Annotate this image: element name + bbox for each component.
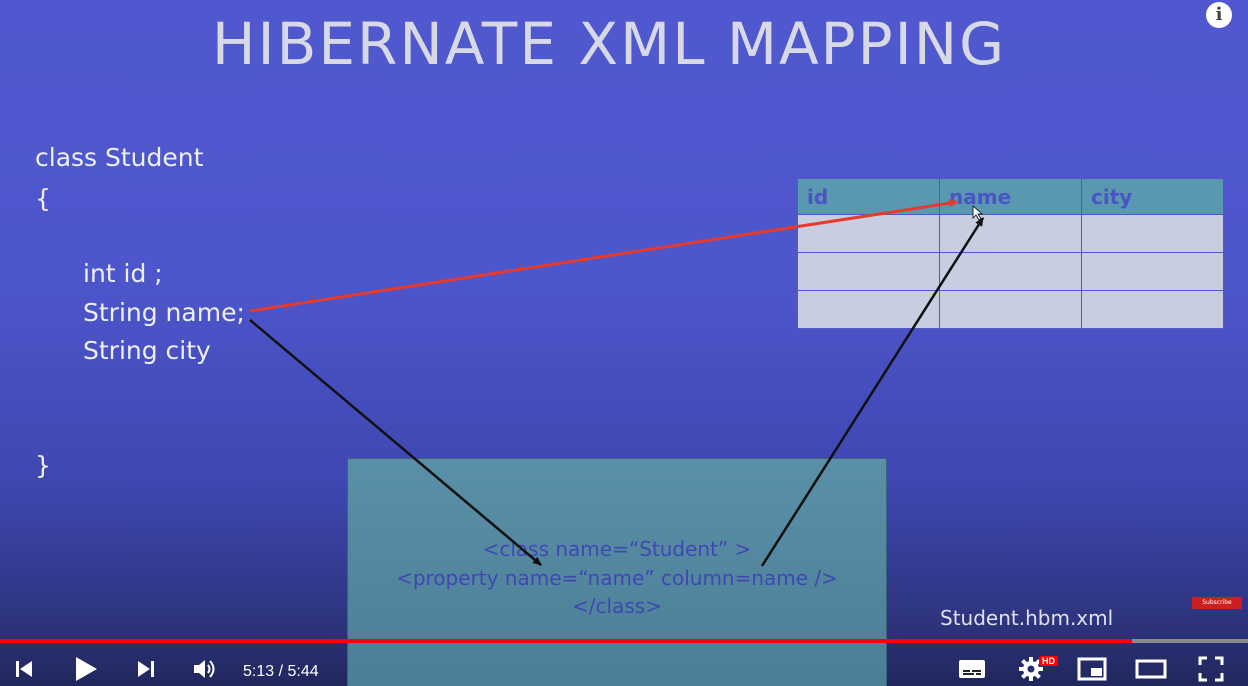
hd-badge: HD	[1039, 656, 1058, 666]
table-header-id: id	[797, 178, 940, 215]
xml-line-class: <class name=“Student” >	[482, 537, 752, 561]
info-icon[interactable]: i	[1206, 2, 1232, 28]
table-header-name: name	[939, 178, 1082, 215]
time-display: 5:13 / 5:44	[243, 663, 319, 680]
code-line-class: class Student	[35, 143, 204, 172]
subscribe-watermark[interactable]: Subscribe	[1192, 597, 1242, 609]
miniplayer-icon[interactable]	[1075, 652, 1109, 686]
previous-icon[interactable]	[8, 652, 40, 686]
code-line-city: String city	[83, 336, 211, 365]
xml-line-close: </class>	[572, 594, 662, 618]
database-table: id name city	[797, 178, 1224, 329]
subtitles-icon[interactable]	[955, 652, 989, 686]
progress-played	[0, 639, 1132, 643]
code-line-open-brace: {	[35, 184, 51, 213]
progress-bar[interactable]	[0, 639, 1248, 643]
code-line-name: String name;	[83, 298, 245, 327]
table-header-row: id name city	[797, 178, 1224, 215]
file-name-label: Student.hbm.xml	[940, 606, 1114, 630]
fullscreen-icon[interactable]	[1194, 652, 1228, 686]
next-icon[interactable]	[130, 652, 162, 686]
table-header-city: city	[1081, 178, 1224, 215]
table-row	[797, 252, 1224, 291]
video-frame[interactable]: HIBERNATE XML MAPPING i class Student { …	[0, 0, 1248, 686]
xml-line-property: <property name=“name” column=name />	[396, 566, 838, 590]
code-line-close-brace: }	[35, 451, 51, 480]
volume-icon[interactable]	[188, 652, 222, 686]
code-line-id: int id ;	[83, 259, 163, 288]
slide-title: HIBERNATE XML MAPPING	[211, 10, 1007, 78]
table-row	[797, 214, 1224, 253]
table-row	[797, 290, 1224, 329]
theater-mode-icon[interactable]	[1134, 652, 1168, 686]
play-icon[interactable]	[68, 652, 104, 686]
